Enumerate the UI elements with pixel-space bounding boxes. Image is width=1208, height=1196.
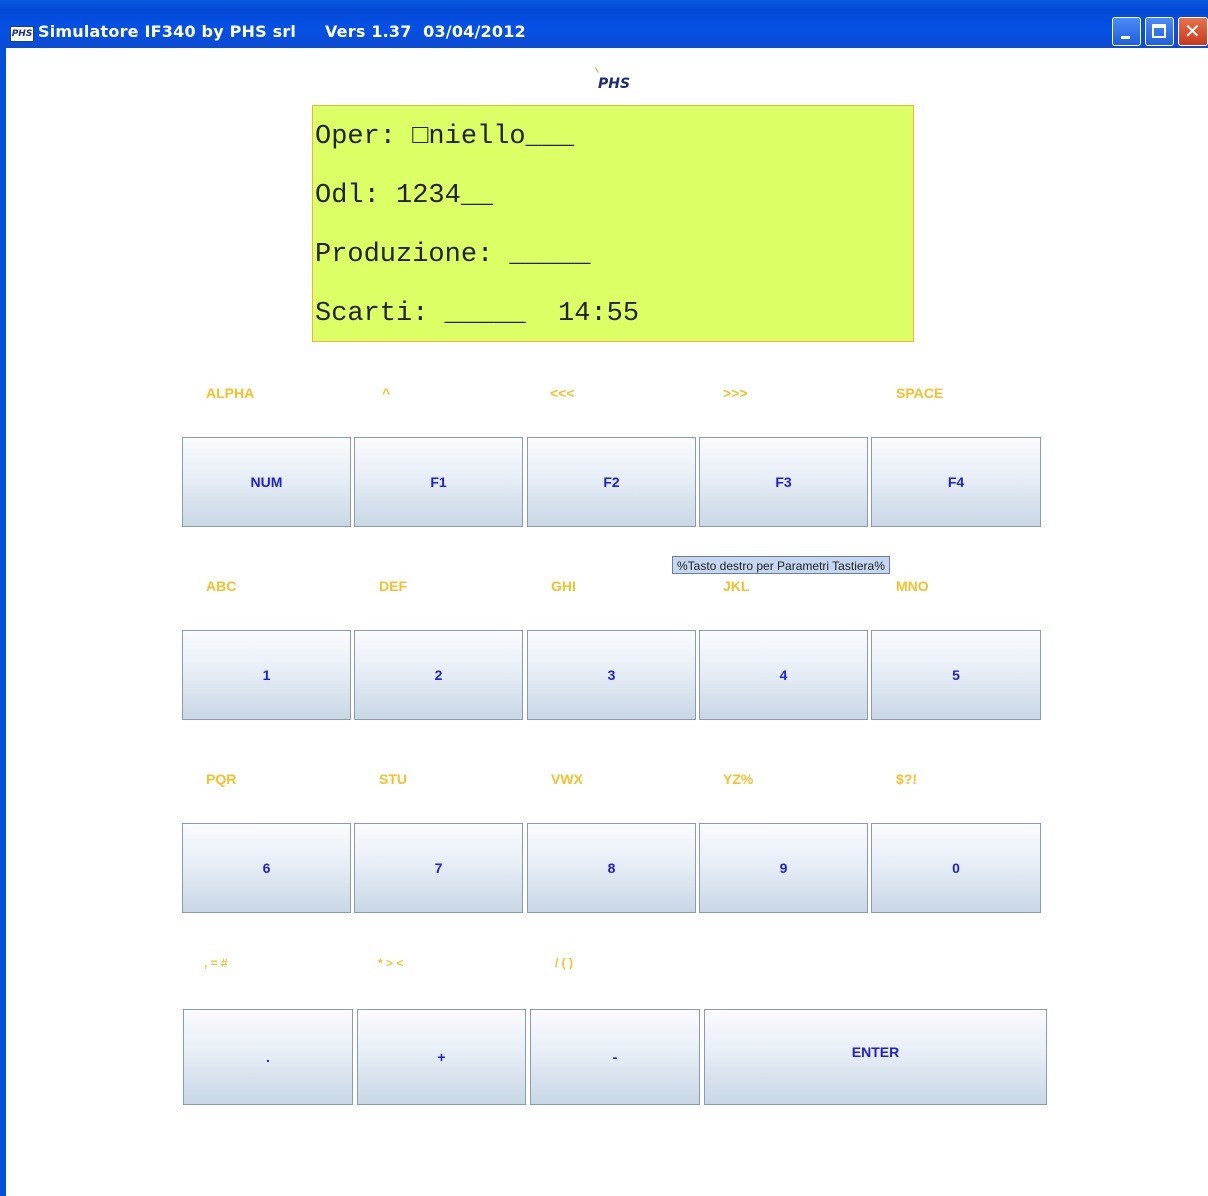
key-label-star-gt-lt: * > <: [378, 956, 404, 970]
key-plus[interactable]: +: [357, 1009, 526, 1105]
key-label-comma-eq-hash: , = #: [204, 956, 228, 970]
display-line-rejects: Scarti: _____ 14:55: [315, 299, 640, 329]
key-5[interactable]: 5: [871, 630, 1041, 720]
key-9[interactable]: 9: [699, 823, 868, 913]
key-dot[interactable]: .: [183, 1009, 353, 1105]
display-line-production: Produzione: _____: [315, 240, 591, 270]
key-3[interactable]: 3: [527, 630, 696, 720]
key-label-right: >>>: [723, 385, 748, 401]
key-label-def: DEF: [379, 578, 407, 594]
key-label-jkl: JKL: [723, 578, 750, 594]
app-icon: PHS: [10, 26, 34, 42]
key-label-alpha: ALPHA: [206, 385, 255, 401]
key-4[interactable]: 4: [699, 630, 868, 720]
keyboard-params-tooltip: %Tasto destro per Parametri Tastiera%: [672, 556, 890, 574]
maximize-button[interactable]: [1145, 17, 1174, 46]
window-title: Simulatore IF340 by PHS srl Vers 1.37 03…: [38, 22, 526, 41]
key-f3[interactable]: F3: [699, 437, 868, 527]
key-label-mno: MNO: [896, 578, 929, 594]
display-line-operator: Oper: □niello___: [315, 122, 575, 152]
key-label-caret: ^: [382, 385, 391, 401]
key-label-left: <<<: [550, 385, 575, 401]
key-f1[interactable]: F1: [354, 437, 523, 527]
key-7[interactable]: 7: [354, 823, 523, 913]
key-minus[interactable]: -: [530, 1009, 700, 1105]
lcd-display: Oper: □niello___ Odl: 1234__ Produzione:…: [312, 105, 914, 342]
window-left-border: [0, 48, 6, 1196]
title-bar[interactable]: PHS Simulatore IF340 by PHS srl Vers 1.3…: [0, 0, 1208, 48]
key-num[interactable]: NUM: [182, 437, 351, 527]
key-8[interactable]: 8: [527, 823, 696, 913]
key-2[interactable]: 2: [354, 630, 523, 720]
key-enter[interactable]: ENTER: [704, 1009, 1047, 1105]
logo-mark: [594, 65, 603, 73]
key-label-symbols: $?!: [896, 771, 917, 787]
close-button[interactable]: [1178, 17, 1208, 46]
key-label-abc: ABC: [206, 578, 237, 594]
key-f4[interactable]: F4: [871, 437, 1041, 527]
key-label-ghi: GHI: [551, 578, 576, 594]
phs-logo: PHS: [598, 76, 631, 92]
key-label-stu: STU: [379, 771, 407, 787]
key-6[interactable]: 6: [182, 823, 351, 913]
display-line-odl: Odl: 1234__: [315, 181, 494, 211]
key-0[interactable]: 0: [871, 823, 1041, 913]
key-label-pqr: PQR: [206, 771, 237, 787]
key-label-yz: YZ%: [723, 771, 754, 787]
key-label-slash-parens: / ( ): [555, 956, 573, 970]
minimize-button[interactable]: [1112, 17, 1141, 46]
key-f2[interactable]: F2: [527, 437, 696, 527]
key-1[interactable]: 1: [182, 630, 351, 720]
key-label-space: SPACE: [896, 385, 944, 401]
key-label-vwx: VWX: [551, 771, 583, 787]
